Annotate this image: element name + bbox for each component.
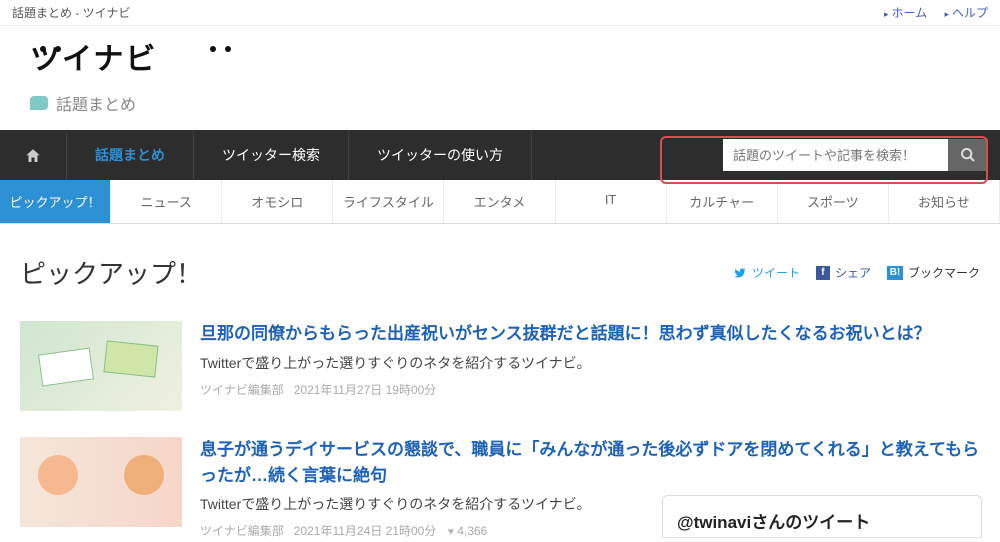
tab-it[interactable]: IT bbox=[556, 180, 667, 223]
tweet-label: ツイート bbox=[752, 264, 800, 281]
tab-funny[interactable]: オモシロ bbox=[222, 180, 333, 223]
article-item: 旦那の同僚からもらった出産祝いがセンス抜群だと話題に！思わず真似したくなるお祝い… bbox=[20, 321, 980, 411]
tab-news[interactable]: ニュース bbox=[111, 180, 222, 223]
article-author: ツイナビ編集部 bbox=[200, 524, 284, 538]
help-link[interactable]: ヘルプ bbox=[944, 6, 988, 20]
main-nav: 話題まとめ ツイッター検索 ツイッターの使い方 bbox=[0, 130, 1000, 180]
article-desc: Twitterで盛り上がった選りすぐりのネタを紹介するツイナビ。 bbox=[200, 353, 980, 373]
site-logo[interactable]: ツイナビ bbox=[30, 41, 980, 85]
twitter-icon bbox=[733, 267, 747, 279]
fb-share-button[interactable]: f シェア bbox=[816, 264, 871, 281]
article-thumbnail[interactable] bbox=[20, 437, 182, 527]
article-author: ツイナビ編集部 bbox=[200, 383, 284, 397]
tab-lifestyle[interactable]: ライフスタイル bbox=[333, 180, 444, 223]
logo-block: ツイナビ 話題まとめ bbox=[0, 26, 1000, 130]
topbar-links: ホーム ヘルプ bbox=[870, 4, 988, 21]
logo-subtitle: 話題まとめ bbox=[30, 91, 980, 115]
search-button[interactable] bbox=[948, 139, 988, 171]
article-meta: ツイナビ編集部 2021年11月27日 19時00分 bbox=[200, 381, 980, 398]
logo-subtitle-text: 話題まとめ bbox=[56, 91, 136, 115]
nav-twitter-search[interactable]: ツイッター検索 bbox=[194, 130, 349, 180]
tab-entertainment[interactable]: エンタメ bbox=[444, 180, 555, 223]
fb-share-label: シェア bbox=[835, 264, 871, 281]
article-body: 旦那の同僚からもらった出産祝いがセンス抜群だと話題に！思わず真似したくなるお祝い… bbox=[200, 321, 980, 411]
article-title[interactable]: 息子が通うデイサービスの懇談で、職員に「みんなが通った後必ずドアを閉めてくれる」… bbox=[200, 437, 980, 488]
nav-twitter-howto[interactable]: ツイッターの使い方 bbox=[349, 130, 532, 180]
page-header: ピックアップ！ ツイート f シェア B! ブックマーク bbox=[20, 254, 980, 291]
search-form bbox=[711, 133, 1000, 177]
search-icon bbox=[960, 147, 976, 163]
article-date: 2021年11月27日 19時00分 bbox=[294, 383, 437, 397]
svg-text:ツイナビ: ツイナビ bbox=[30, 43, 157, 76]
topbar: 話題まとめ - ツイナビ ホーム ヘルプ bbox=[0, 0, 1000, 26]
page-title: 話題まとめ - ツイナビ bbox=[12, 4, 130, 21]
article-likes: 4,366 bbox=[440, 524, 488, 538]
article-thumbnail[interactable] bbox=[20, 321, 182, 411]
article-title[interactable]: 旦那の同僚からもらった出産祝いがセンス抜群だと話題に！思わず真似したくなるお祝い… bbox=[200, 321, 980, 347]
tab-culture[interactable]: カルチャー bbox=[667, 180, 778, 223]
sub-nav: ピックアップ！ ニュース オモシロ ライフスタイル エンタメ IT カルチャー … bbox=[0, 180, 1000, 224]
tab-sports[interactable]: スポーツ bbox=[778, 180, 889, 223]
share-bar: ツイート f シェア B! ブックマーク bbox=[733, 264, 980, 281]
bookmark-button[interactable]: B! ブックマーク bbox=[887, 264, 980, 281]
search-input[interactable] bbox=[723, 139, 948, 171]
nav-home[interactable] bbox=[0, 130, 67, 180]
article-date: 2021年11月24日 21時00分 bbox=[294, 524, 437, 538]
facebook-icon: f bbox=[816, 266, 830, 280]
home-link[interactable]: ホーム bbox=[884, 6, 927, 20]
hatena-icon: B! bbox=[887, 266, 903, 280]
tab-pickup[interactable]: ピックアップ！ bbox=[0, 180, 111, 223]
nav-topics[interactable]: 話題まとめ bbox=[67, 130, 194, 180]
bookmark-label: ブックマーク bbox=[908, 264, 980, 281]
tab-notice[interactable]: お知らせ bbox=[889, 180, 1000, 223]
page-heading: ピックアップ！ bbox=[20, 254, 202, 291]
speech-bubble-icon bbox=[30, 96, 48, 110]
home-icon bbox=[24, 147, 42, 165]
twitter-widget-title: @twinaviさんのツイート bbox=[677, 508, 967, 533]
tweet-button[interactable]: ツイート bbox=[733, 264, 800, 281]
twitter-widget: @twinaviさんのツイート bbox=[662, 495, 982, 538]
